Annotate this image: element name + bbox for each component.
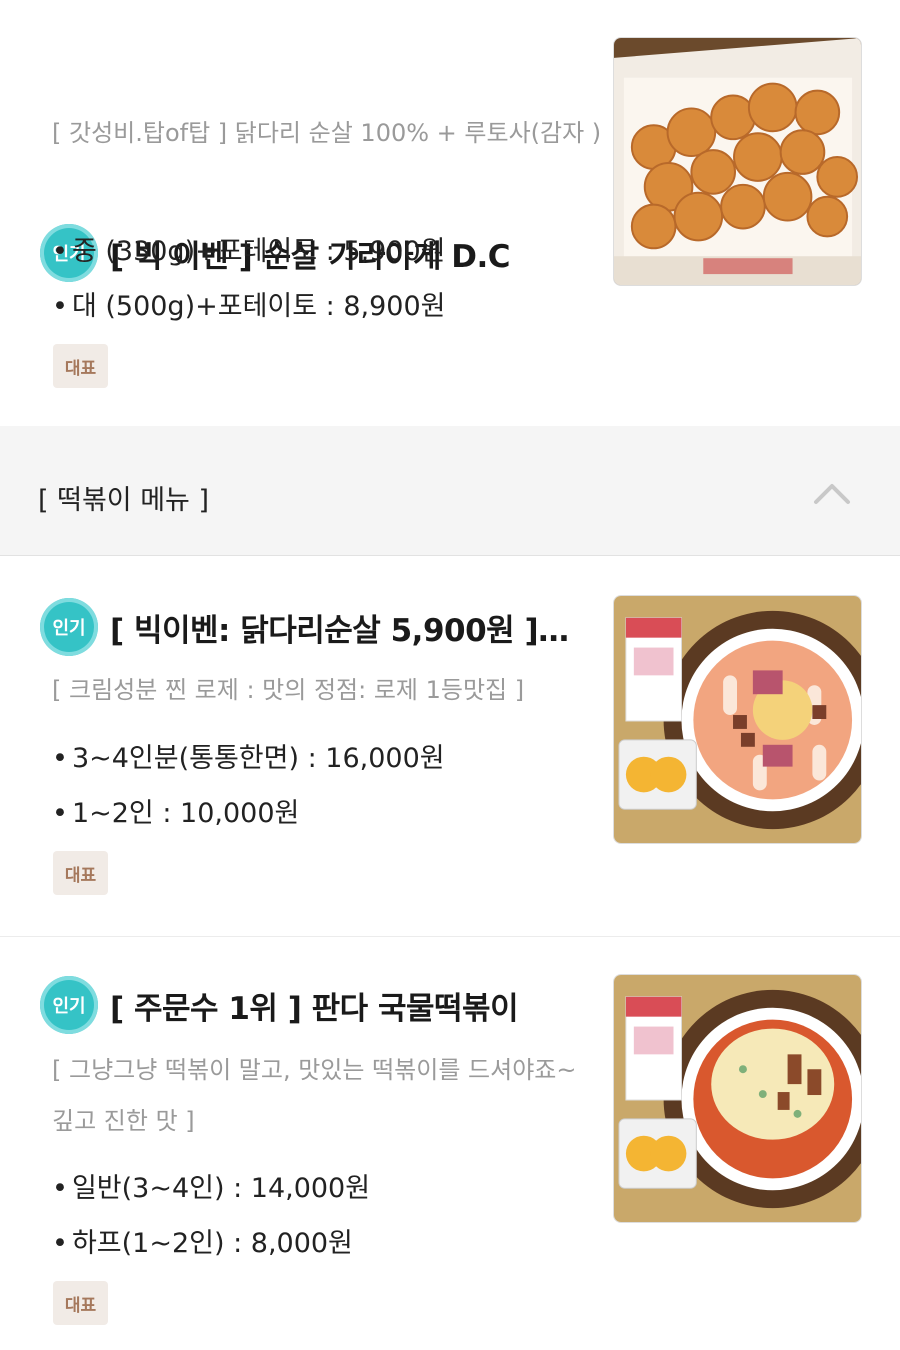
price-option: 중 (330g)+포테이토 : 5,900원 (52, 229, 446, 268)
representative-tag: 대표 (53, 1281, 108, 1325)
representative-tag: 대표 (53, 344, 108, 388)
chevron-up-icon[interactable] (812, 478, 852, 508)
rose-tteokbokki-illustration (614, 596, 861, 843)
section-title[interactable]: [ 떡볶이 메뉴 ] (38, 478, 209, 517)
rose-tteokbokki-image[interactable] (613, 595, 862, 844)
price-option: 일반(3~4인) : 14,000원 (52, 1166, 370, 1205)
popular-badge: 인기 (40, 976, 98, 1034)
menu-item-description: [ 그냥그냥 떡볶이 말고, 맛있는 떡볶이를 드셔야죠~ 깊고 진한 맛 ] (52, 1056, 577, 1135)
menu-item-description: [ 크림성분 찐 로제 : 맛의 정점: 로제 1등맛집 ] (52, 676, 525, 704)
cheese-tteokbokki-image[interactable] (613, 974, 862, 1223)
menu-item-title-row[interactable]: 인기 [ 주문수 1위 ] 판다 국물떡볶이 (40, 976, 518, 1034)
fried-chicken-illustration (614, 38, 861, 285)
menu-item-title[interactable]: [ 주문수 1위 ] 판다 국물떡볶이 (110, 983, 518, 1028)
fried-chicken-image[interactable] (613, 37, 862, 286)
representative-tag: 대표 (53, 851, 108, 895)
cheese-tteokbokki-illustration (614, 975, 861, 1222)
price-option: 하프(1~2인) : 8,000원 (52, 1221, 353, 1260)
menu-item-title[interactable]: [ 빅이벤: 닭다리순살 5,900원 ]… (110, 605, 569, 650)
menu-item-description: [ 갓성비.탑of탑 ] 닭다리 순살 100% + 루토사(감자 ) (52, 119, 602, 147)
price-option: 대 (500g)+포테이토 : 8,900원 (52, 284, 446, 323)
price-option: 1~2인 : 10,000원 (52, 791, 299, 830)
price-option: 3~4인분(통통한면) : 16,000원 (52, 736, 445, 775)
menu-item-title-row[interactable]: 인기 [ 빅이벤: 닭다리순살 5,900원 ]… (40, 598, 569, 656)
popular-badge: 인기 (40, 598, 98, 656)
